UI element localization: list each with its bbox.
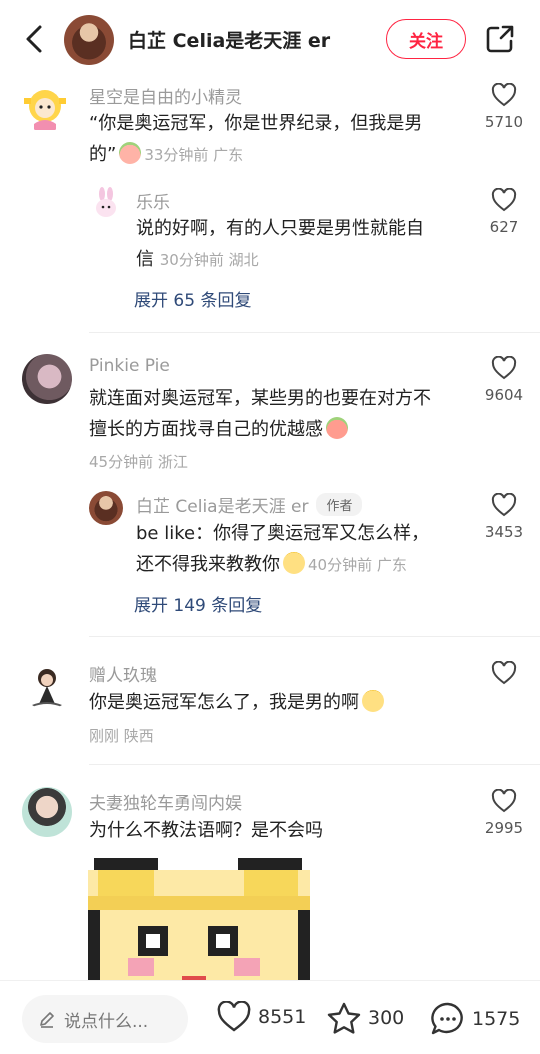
comment-text: 你是奥运冠军怎么了，我是男的啊 <box>89 687 469 718</box>
pixel-face-icon <box>88 856 310 996</box>
divider <box>89 764 540 765</box>
heart-icon <box>491 188 517 212</box>
pencil-icon <box>40 1012 54 1028</box>
like-count: 2995 <box>484 819 524 837</box>
comment-text: 为什么不教法语啊？是不会吗 <box>89 820 323 841</box>
comment-meta: 刚刚 陕西 <box>89 727 154 745</box>
comment-meta: 33分钟前 广东 <box>144 146 244 164</box>
reply-text: be like：你得了奥运冠军又怎么样， 还不得我来教教你 40分钟前 广东 <box>136 523 430 575</box>
commenter-avatar[interactable] <box>22 787 72 837</box>
like-button[interactable]: 3453 <box>474 493 534 541</box>
smiley-emoji-icon <box>283 552 305 574</box>
heart-icon <box>491 789 517 813</box>
heart-icon <box>491 356 517 380</box>
like-button[interactable] <box>474 661 534 685</box>
reply-username[interactable]: 乐乐 <box>136 188 170 213</box>
girl-avatar-icon <box>31 669 63 707</box>
comment-text: 就连面对奥运冠军，某些男的也要在对方不 擅长的方面找寻自己的优越感 <box>89 388 431 440</box>
heart-icon <box>217 1001 251 1032</box>
reply-meta: 30分钟前 湖北 <box>159 251 259 269</box>
like-count: 3453 <box>484 523 524 541</box>
heart-icon <box>491 83 517 107</box>
comment-username[interactable]: Pinkie Pie <box>89 356 170 376</box>
commenter-avatar[interactable] <box>22 660 72 710</box>
follow-button[interactable]: 关注 <box>386 19 466 59</box>
peach-emoji-icon <box>326 417 348 439</box>
sticker-image[interactable] <box>88 856 310 996</box>
commenter-avatar[interactable] <box>20 82 70 132</box>
smiley-emoji-icon <box>362 690 384 712</box>
top-bar: 白芷 Celia是老天涯 er 关注 <box>0 0 540 78</box>
author-name[interactable]: 白芷 Celia是老天涯 er <box>128 26 330 53</box>
comment-username[interactable]: 星空是自由的小精灵 <box>89 83 242 108</box>
like-button[interactable]: 2995 <box>474 789 534 837</box>
post-like-count: 8551 <box>258 1006 307 1028</box>
comment-input[interactable]: 说点什么... <box>22 995 188 1043</box>
post-comment-count: 1575 <box>472 1008 521 1030</box>
reply-avatar[interactable] <box>89 186 123 220</box>
comment-meta: 45分钟前 浙江 <box>89 453 188 471</box>
bunny-avatar-icon <box>96 187 116 217</box>
like-count: 9604 <box>484 386 524 404</box>
reply-text: 说的好啊，有的人只要是男性就能自 信 30分钟前 湖北 <box>136 218 424 270</box>
expand-replies-link[interactable]: 展开 65 条回复 <box>134 286 251 311</box>
peach-emoji-icon <box>119 142 142 164</box>
cartoon-avatar-icon <box>24 90 66 130</box>
reply-avatar[interactable] <box>89 491 123 525</box>
reply-username[interactable]: 白芷 Celia是老天涯 er 作者 <box>136 492 363 517</box>
comment-username[interactable]: 赠人玖瑰 <box>89 661 157 686</box>
bottom-action-bar: 说点什么... 8551 300 1575 <box>0 980 540 1054</box>
reply-meta: 40分钟前 广东 <box>308 556 407 574</box>
comment-bubble-icon <box>431 1002 463 1035</box>
like-count: 627 <box>489 218 519 236</box>
author-avatar[interactable] <box>64 15 114 65</box>
expand-replies-link[interactable]: 展开 149 条回复 <box>134 591 262 616</box>
like-count: 5710 <box>484 113 524 131</box>
like-button[interactable]: 5710 <box>474 83 534 131</box>
divider <box>89 636 540 637</box>
commenter-avatar[interactable] <box>22 354 72 404</box>
collect-button[interactable]: 300 <box>326 1001 404 1035</box>
like-post-button[interactable]: 8551 <box>216 1001 306 1033</box>
comment-text: “你是奥运冠军，你是世界纪录，但我是男 的” 33分钟前 广东 <box>89 113 423 165</box>
author-badge: 作者 <box>316 493 363 516</box>
comment-username[interactable]: 夫妻独轮车勇闯内娱 <box>89 789 242 814</box>
post-collect-count: 300 <box>368 1007 405 1029</box>
divider <box>89 332 540 333</box>
back-arrow-icon[interactable] <box>20 24 48 54</box>
comment-input-placeholder: 说点什么... <box>64 1011 149 1032</box>
comments-button[interactable]: 1575 <box>430 1001 520 1037</box>
share-icon[interactable] <box>484 23 516 55</box>
heart-icon <box>491 661 517 685</box>
star-icon <box>327 1002 361 1034</box>
like-button[interactable]: 9604 <box>474 356 534 404</box>
heart-icon <box>491 493 517 517</box>
like-button[interactable]: 627 <box>474 188 534 236</box>
